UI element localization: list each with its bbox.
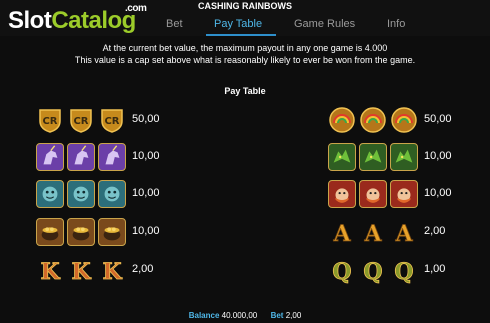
logo-catalog-text: Catalog bbox=[51, 7, 136, 34]
logo-com-text: .com bbox=[125, 3, 147, 14]
svg-text:A: A bbox=[332, 221, 351, 246]
tab-game-rules[interactable]: Game Rules bbox=[294, 18, 355, 30]
balance-label: Balance bbox=[188, 311, 220, 320]
teal-troll-icon bbox=[98, 180, 126, 208]
cap-explanation-notice: This value is a cap set above what is re… bbox=[74, 55, 416, 65]
max-payout-notice: At the current bet value, the maximum pa… bbox=[102, 43, 388, 53]
payout-value: 1,00 bbox=[424, 263, 446, 275]
svg-text:K: K bbox=[71, 259, 91, 284]
red-leprechaun-icon bbox=[359, 180, 387, 208]
teal-troll-icon bbox=[36, 180, 64, 208]
slotcatalog-watermark-logo: SlotCatalog .com bbox=[8, 3, 147, 35]
letter-a-icon: A bbox=[328, 218, 356, 246]
game-title: CASHING RAINBOWS bbox=[198, 1, 292, 11]
red-leprechaun-icon bbox=[328, 180, 356, 208]
balance-value: 40.000,00 bbox=[221, 311, 258, 320]
green-dragon-icon bbox=[328, 143, 356, 171]
rainbow-coin-icon bbox=[328, 106, 356, 134]
pot-of-gold-icon bbox=[67, 218, 95, 246]
svg-text:K: K bbox=[102, 259, 122, 284]
gold-shield-icon: CR bbox=[36, 106, 64, 134]
svg-text:A: A bbox=[394, 221, 413, 246]
payout-value: 50,00 bbox=[132, 113, 160, 125]
letter-k-icon: K bbox=[36, 256, 64, 284]
gold-shield-icon: CR bbox=[67, 106, 95, 134]
teal-troll-icon bbox=[67, 180, 95, 208]
gold-shield-icon: CR bbox=[98, 106, 126, 134]
payout-value: 2,00 bbox=[132, 263, 154, 275]
bet-value: 2,00 bbox=[285, 311, 302, 320]
letter-q-icon: Q bbox=[328, 256, 356, 284]
svg-text:Q: Q bbox=[332, 259, 351, 284]
letter-a-icon: A bbox=[390, 218, 418, 246]
bet-label: Bet bbox=[270, 311, 284, 320]
rainbow-coin-icon bbox=[359, 106, 387, 134]
pot-of-gold-icon bbox=[98, 218, 126, 246]
letter-a-icon: A bbox=[359, 218, 387, 246]
green-dragon-icon bbox=[390, 143, 418, 171]
purple-unicorn-icon bbox=[67, 143, 95, 171]
tab-info[interactable]: Info bbox=[387, 18, 405, 30]
tab-bet[interactable]: Bet bbox=[166, 18, 183, 30]
payout-value: 2,00 bbox=[424, 225, 446, 237]
footer-status: Balance 40.000,00 Bet 2,00 bbox=[0, 311, 490, 320]
svg-text:Q: Q bbox=[363, 259, 382, 284]
pot-of-gold-icon bbox=[36, 218, 64, 246]
payout-value: 10,00 bbox=[132, 150, 160, 162]
svg-text:Q: Q bbox=[394, 259, 413, 284]
payout-value: 50,00 bbox=[424, 113, 452, 125]
svg-text:K: K bbox=[40, 259, 60, 284]
purple-unicorn-icon bbox=[98, 143, 126, 171]
letter-k-icon: K bbox=[67, 256, 95, 284]
svg-text:CR: CR bbox=[104, 116, 119, 127]
payout-value: 10,00 bbox=[132, 225, 160, 237]
payout-value: 10,00 bbox=[424, 187, 452, 199]
logo-slot-text: Slot bbox=[8, 7, 52, 34]
payout-value: 10,00 bbox=[132, 187, 160, 199]
svg-text:CR: CR bbox=[42, 116, 57, 127]
letter-q-icon: Q bbox=[390, 256, 418, 284]
green-dragon-icon bbox=[359, 143, 387, 171]
pay-table-title: Pay Table bbox=[224, 86, 266, 96]
tab-pay-table[interactable]: Pay Table bbox=[214, 18, 262, 30]
payout-value: 10,00 bbox=[424, 150, 452, 162]
letter-q-icon: Q bbox=[359, 256, 387, 284]
letter-k-icon: K bbox=[98, 256, 126, 284]
red-leprechaun-icon bbox=[390, 180, 418, 208]
svg-text:A: A bbox=[363, 221, 382, 246]
rainbow-coin-icon bbox=[390, 106, 418, 134]
svg-text:CR: CR bbox=[73, 116, 88, 127]
active-tab-indicator bbox=[206, 34, 276, 36]
purple-unicorn-icon bbox=[36, 143, 64, 171]
